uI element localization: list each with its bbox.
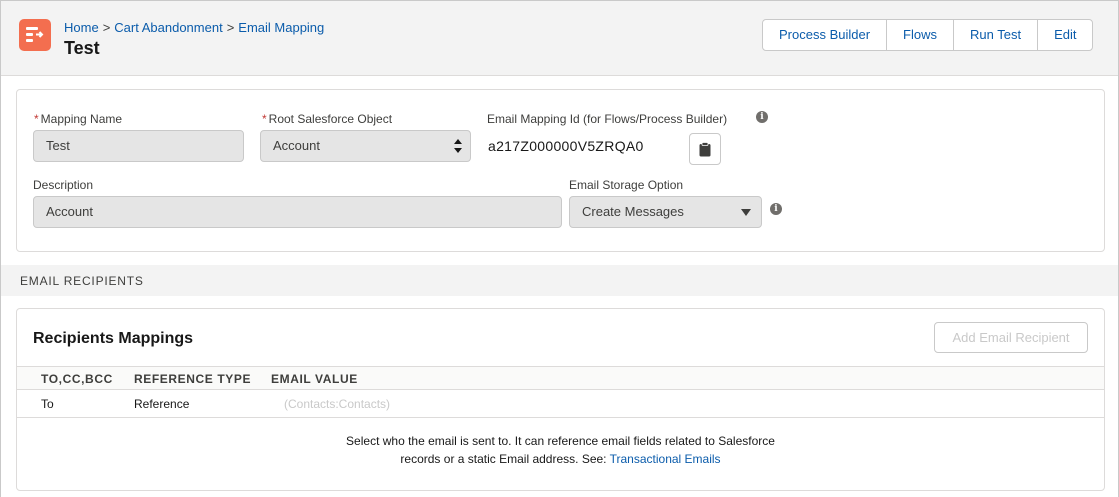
- help-line-1: Select who the email is sent to. It can …: [346, 434, 775, 448]
- run-test-button[interactable]: Run Test: [954, 20, 1039, 50]
- flow-app-icon: [19, 19, 51, 51]
- storage-option-select[interactable]: Create Messages: [569, 196, 762, 228]
- add-email-recipient-button[interactable]: Add Email Recipient: [934, 322, 1088, 353]
- breadcrumb-home[interactable]: Home: [64, 20, 99, 35]
- row-type: To: [41, 397, 54, 411]
- recipients-title: Recipients Mappings: [33, 330, 194, 347]
- process-builder-button[interactable]: Process Builder: [763, 20, 888, 50]
- toolbar-button-group: Process Builder Flows Run Test Edit: [762, 19, 1094, 51]
- table-header: TO,CC,BCC REFERENCE TYPE EMAIL VALUE: [17, 366, 1104, 390]
- root-object-select[interactable]: Account: [260, 130, 471, 162]
- breadcrumb-separator: >: [102, 20, 111, 35]
- help-line-2: records or a static Email address. See: …: [400, 452, 721, 466]
- recipients-help-text: Select who the email is sent to. It can …: [17, 432, 1104, 468]
- required-mark: *: [262, 112, 267, 126]
- storage-option-value: Create Messages: [582, 204, 684, 219]
- row-email-value: (Contacts:Contacts): [284, 397, 391, 411]
- edit-button[interactable]: Edit: [1038, 20, 1093, 50]
- storage-option-label: Email Storage Option: [569, 178, 684, 192]
- chevron-down-icon: [741, 209, 751, 216]
- mapping-details-card: * Mapping Name Test * Root Salesforce Obje…: [16, 89, 1105, 252]
- root-object-label: * Root Salesforce Object: [262, 112, 393, 126]
- column-header-reference-type: REFERENCE TYPE: [134, 372, 252, 386]
- select-arrows-icon: [454, 139, 462, 153]
- column-header-email-value: EMAIL VALUE: [271, 372, 358, 386]
- root-object-value: Account: [273, 138, 320, 153]
- transactional-emails-link[interactable]: Transactional Emails: [610, 452, 721, 466]
- page-title: Test: [64, 38, 100, 58]
- recipients-mappings-card: Recipients Mappings Add Email Recipient …: [16, 308, 1105, 491]
- breadcrumb-separator: >: [226, 20, 235, 35]
- row-reference-type: Reference: [134, 397, 190, 411]
- mapping-id-label: Email Mapping Id (for Flows/Process Buil…: [487, 112, 728, 126]
- mapping-id-value: a217Z000000V5ZRQA0: [488, 138, 644, 154]
- mapping-name-field: Test: [33, 130, 244, 162]
- breadcrumb-cart-abandonment[interactable]: Cart Abandonment: [114, 20, 222, 35]
- breadcrumb-email-mapping[interactable]: Email Mapping: [238, 20, 324, 35]
- clipboard-icon: [699, 142, 711, 157]
- info-icon[interactable]: i: [770, 203, 782, 215]
- flows-button[interactable]: Flows: [887, 20, 954, 50]
- required-mark: *: [34, 112, 39, 126]
- email-recipients-section-header: EMAIL RECIPIENTS: [1, 265, 1118, 296]
- copy-id-button[interactable]: [689, 133, 721, 165]
- page-header: Home > Cart Abandonment > Email Mapping Test…: [1, 1, 1118, 76]
- table-row: To Reference (Contacts:Contacts): [17, 390, 1104, 418]
- description-field: Account: [33, 196, 562, 228]
- main-content: * Mapping Name Test * Root Salesforce Obje…: [1, 76, 1118, 497]
- column-header-to-cc-bcc: TO,CC,BCC: [41, 372, 113, 386]
- breadcrumb: Home > Cart Abandonment > Email Mapping: [64, 20, 324, 35]
- mapping-name-label: * Mapping Name: [34, 112, 123, 126]
- info-icon[interactable]: i: [756, 111, 768, 123]
- section-title: EMAIL RECIPIENTS: [20, 274, 144, 288]
- description-label: Description: [33, 178, 94, 192]
